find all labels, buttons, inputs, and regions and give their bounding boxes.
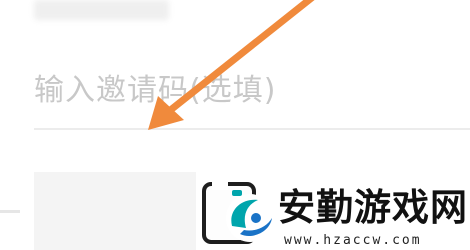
site-logo-icon [226, 194, 274, 242]
app-screen: 安勤游戏网 www.hzaccw.com [0, 0, 470, 250]
watermark-title: 安勤游戏网 [278, 186, 468, 229]
blank-button[interactable] [34, 172, 196, 250]
field-underline [34, 128, 470, 130]
divider-stub [0, 210, 20, 213]
invite-code-input[interactable] [34, 68, 454, 112]
blurred-text-top [34, 0, 169, 20]
watermark-url: www.hzaccw.com [284, 233, 422, 248]
site-watermark: 安勤游戏网 www.hzaccw.com [212, 186, 470, 250]
invite-code-field [0, 52, 470, 132]
